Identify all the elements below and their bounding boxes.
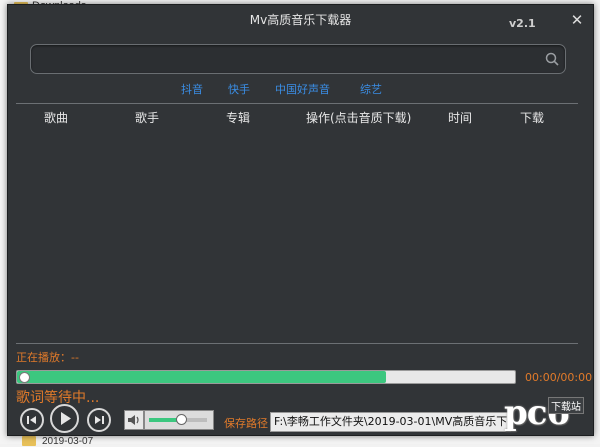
save-path-label: 保存路径 <box>224 417 268 430</box>
column-header-time: 时间 <box>448 111 473 125</box>
search-box <box>30 44 566 74</box>
now-playing-label: 正在播放：-- <box>16 351 79 364</box>
tab-douyin[interactable]: 抖音 <box>181 81 203 97</box>
folder-icon <box>22 436 36 446</box>
tab-variety[interactable]: 综艺 <box>360 81 382 97</box>
title-bar[interactable]: Mv高质音乐下载器 v2.1 ✕ <box>8 5 593 35</box>
time-display: 00:00/00:00 <box>525 371 593 384</box>
background-date-label: 2019-03-07 <box>42 436 94 447</box>
app-window: Mv高质音乐下载器 v2.1 ✕ 抖音 快手 中国好声音 综艺 歌曲 歌手 专辑… <box>7 4 594 436</box>
save-path-field[interactable]: F:\李畅工作文件夹\2019-03-01\MV高质音乐下载器 <box>270 412 511 432</box>
previous-icon <box>27 416 36 424</box>
column-header-action: 操作(点击音质下载) <box>306 111 412 125</box>
watermark-subtitle: 下载站 <box>548 397 584 414</box>
column-header-singer: 歌手 <box>135 111 160 125</box>
tab-kuaishou[interactable]: 快手 <box>228 81 250 97</box>
column-header-download: 下载 <box>520 111 545 125</box>
column-header-song: 歌曲 <box>44 111 69 125</box>
volume-slider[interactable] <box>144 410 214 430</box>
close-button[interactable]: ✕ <box>568 11 586 29</box>
category-tabs: 抖音 快手 中国好声音 综艺 <box>8 81 593 97</box>
progress-bar[interactable] <box>16 370 516 384</box>
search-input[interactable] <box>41 49 535 71</box>
column-header-album: 专辑 <box>226 111 251 125</box>
volume-handle[interactable] <box>175 414 187 425</box>
volume-button[interactable] <box>124 410 144 430</box>
window-title: Mv高质音乐下载器 <box>249 13 352 27</box>
header-divider <box>16 103 578 104</box>
tab-voice-of-china[interactable]: 中国好声音 <box>275 81 330 97</box>
search-icon[interactable] <box>545 52 559 66</box>
speaker-icon <box>128 415 139 425</box>
progress-handle[interactable] <box>19 372 30 383</box>
lyrics-text: 歌词等待中... <box>16 390 100 406</box>
progress-fill <box>17 371 386 383</box>
version-label: v2.1 <box>509 17 536 30</box>
play-button[interactable] <box>50 404 79 433</box>
previous-button[interactable] <box>20 408 44 432</box>
play-icon <box>61 412 71 425</box>
song-list[interactable] <box>16 131 578 341</box>
player-divider <box>16 343 578 344</box>
next-button[interactable] <box>87 408 111 432</box>
next-icon <box>95 416 104 424</box>
